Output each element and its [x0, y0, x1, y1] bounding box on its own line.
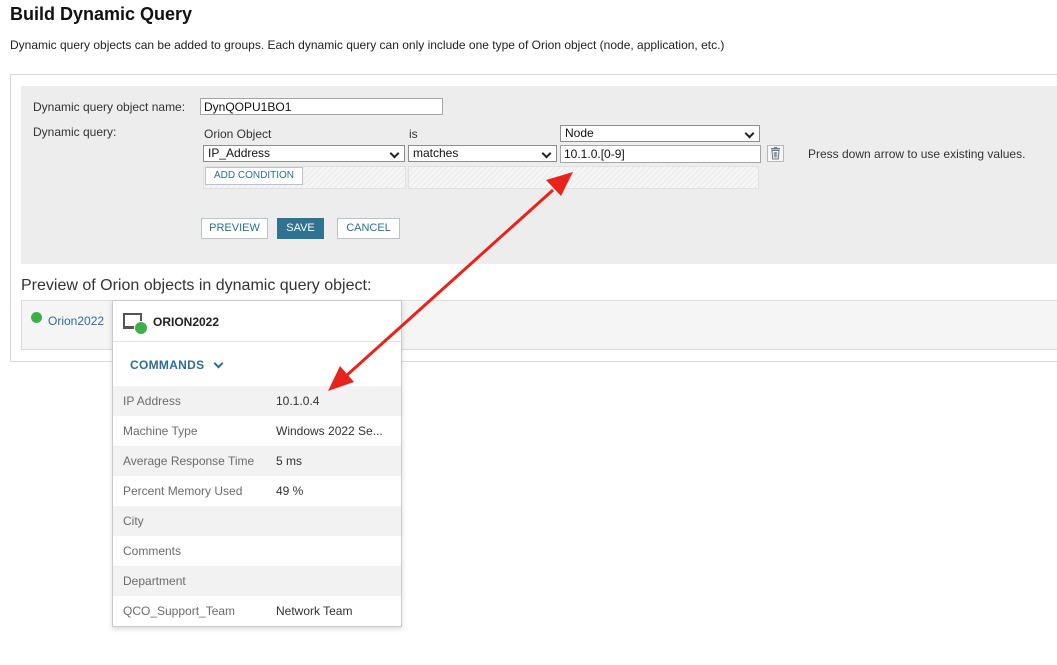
property-value: Windows 2022 Se...: [276, 424, 383, 438]
chevron-down-icon: [540, 146, 554, 161]
popup-header: ORION2022: [113, 301, 401, 342]
operator-select[interactable]: matches: [408, 145, 557, 162]
operator-value: matches: [413, 146, 459, 160]
is-label: is: [409, 127, 418, 141]
property-key: Percent Memory Used: [123, 484, 243, 498]
property-row: Average Response Time 5 ms: [113, 446, 401, 476]
chevron-down-icon: [388, 146, 402, 161]
property-value: 5 ms: [276, 454, 303, 468]
property-row: IP Address 10.1.0.4: [113, 386, 401, 416]
cancel-button[interactable]: CANCEL: [337, 218, 400, 239]
dynamic-query-label: Dynamic query:: [33, 125, 117, 139]
status-up-icon: [134, 321, 148, 335]
popup-node-name: ORION2022: [153, 315, 220, 329]
object-type-value: Node: [565, 126, 594, 140]
page-description: Dynamic query objects can be added to gr…: [10, 38, 725, 52]
property-key: Comments: [123, 544, 182, 558]
property-key: QCO_Support_Team: [123, 604, 236, 618]
field-value: IP_Address: [208, 146, 271, 160]
property-key: IP Address: [123, 394, 181, 408]
preview-heading: Preview of Orion objects in dynamic quer…: [21, 277, 372, 294]
property-key: Department: [123, 574, 186, 588]
condition-row-placeholder: [408, 166, 759, 189]
property-row: Comments: [113, 536, 401, 566]
property-key: Average Response Time: [123, 454, 255, 468]
object-type-select[interactable]: Node: [560, 125, 760, 142]
preview-node-link[interactable]: Orion2022: [48, 314, 104, 328]
property-row: Machine Type Windows 2022 Se...: [113, 416, 401, 446]
condition-value-input[interactable]: [560, 145, 761, 163]
property-key: Machine Type: [123, 424, 198, 438]
delete-condition-button[interactable]: [767, 145, 784, 162]
property-row: Percent Memory Used 49 %: [113, 476, 401, 506]
orion-object-label: Orion Object: [204, 127, 272, 141]
status-up-icon: [31, 312, 42, 323]
chevron-down-icon: [213, 358, 224, 369]
page-title: Build Dynamic Query: [10, 4, 193, 24]
save-button[interactable]: SAVE: [277, 218, 324, 239]
commands-menu[interactable]: COMMANDS: [130, 358, 224, 372]
property-value: 10.1.0.4: [276, 394, 320, 408]
trash-icon: [771, 147, 780, 160]
property-value: Network Team: [276, 604, 353, 618]
add-condition-button[interactable]: ADD CONDITION: [205, 167, 303, 185]
node-tooltip-popup: ORION2022 COMMANDS IP Address 10.1.0.4 M…: [112, 300, 402, 627]
hint-text: Press down arrow to use existing values.: [808, 147, 1026, 161]
object-name-label: Dynamic query object name:: [33, 100, 186, 114]
property-row: Department: [113, 566, 401, 596]
object-name-input[interactable]: [200, 98, 443, 115]
property-value: 49 %: [276, 484, 304, 498]
property-key: City: [123, 514, 144, 528]
preview-button[interactable]: PREVIEW: [201, 218, 268, 239]
field-select[interactable]: IP_Address: [203, 145, 405, 162]
chevron-down-icon: [743, 126, 757, 141]
property-row: QCO_Support_Team Network Team: [113, 596, 401, 626]
commands-label: COMMANDS: [130, 358, 205, 372]
property-row: City: [113, 506, 401, 536]
